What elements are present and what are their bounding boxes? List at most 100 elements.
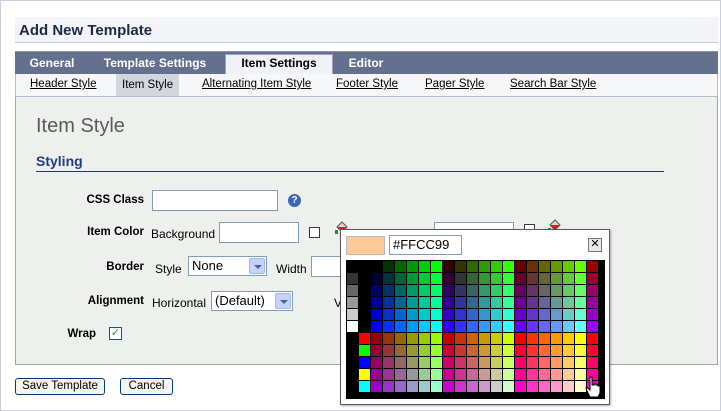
palette-swatch[interactable] xyxy=(443,297,454,308)
palette-swatch[interactable] xyxy=(563,345,574,356)
palette-swatch[interactable] xyxy=(443,321,454,332)
subtab-header-style[interactable]: Header Style xyxy=(30,78,96,90)
palette-swatch[interactable] xyxy=(539,381,550,392)
palette-swatch[interactable] xyxy=(479,369,490,380)
palette-swatch[interactable] xyxy=(467,309,478,320)
palette-swatch[interactable] xyxy=(443,333,454,344)
palette-swatch[interactable] xyxy=(527,369,538,380)
palette-swatch[interactable] xyxy=(347,309,358,320)
palette-swatch[interactable] xyxy=(527,309,538,320)
palette-swatch[interactable] xyxy=(359,345,370,356)
palette-swatch[interactable] xyxy=(587,297,598,308)
palette-swatch[interactable] xyxy=(383,357,394,368)
palette-swatch[interactable] xyxy=(395,273,406,284)
palette-swatch[interactable] xyxy=(455,345,466,356)
palette-swatch[interactable] xyxy=(431,285,442,296)
tab-editor[interactable]: Editor xyxy=(345,55,387,75)
palette-swatch[interactable] xyxy=(467,357,478,368)
palette-swatch[interactable] xyxy=(467,381,478,392)
subtab-item-style[interactable]: Item Style xyxy=(116,74,180,96)
palette-swatch[interactable] xyxy=(371,357,382,368)
subtab-pager-style[interactable]: Pager Style xyxy=(425,78,484,90)
palette-swatch[interactable] xyxy=(587,309,598,320)
palette-swatch[interactable] xyxy=(503,261,514,272)
palette-swatch[interactable] xyxy=(431,273,442,284)
palette-swatch[interactable] xyxy=(455,321,466,332)
palette-swatch[interactable] xyxy=(539,261,550,272)
palette-swatch[interactable] xyxy=(479,381,490,392)
palette-swatch[interactable] xyxy=(419,297,430,308)
palette-swatch[interactable] xyxy=(383,285,394,296)
palette-swatch[interactable] xyxy=(359,333,370,344)
palette-swatch[interactable] xyxy=(563,381,574,392)
palette-swatch[interactable] xyxy=(503,345,514,356)
palette-swatch[interactable] xyxy=(443,357,454,368)
palette-swatch[interactable] xyxy=(515,333,526,344)
palette-swatch[interactable] xyxy=(443,261,454,272)
palette-swatch[interactable] xyxy=(347,369,358,380)
palette-swatch[interactable] xyxy=(587,333,598,344)
palette-swatch[interactable] xyxy=(563,357,574,368)
palette-swatch[interactable] xyxy=(383,321,394,332)
palette-swatch[interactable] xyxy=(359,309,370,320)
palette-swatch[interactable] xyxy=(515,357,526,368)
palette-swatch[interactable] xyxy=(575,273,586,284)
palette-swatch[interactable] xyxy=(383,297,394,308)
palette-swatch[interactable] xyxy=(503,333,514,344)
palette-swatch[interactable] xyxy=(395,321,406,332)
palette-swatch[interactable] xyxy=(455,261,466,272)
palette-swatch[interactable] xyxy=(575,333,586,344)
palette-swatch[interactable] xyxy=(395,357,406,368)
palette-swatch[interactable] xyxy=(407,273,418,284)
palette-swatch[interactable] xyxy=(539,285,550,296)
help-icon[interactable]: ? xyxy=(288,194,301,207)
palette-swatch[interactable] xyxy=(551,285,562,296)
palette-swatch[interactable] xyxy=(491,297,502,308)
palette-swatch[interactable] xyxy=(407,381,418,392)
palette-swatch[interactable] xyxy=(491,261,502,272)
palette-swatch[interactable] xyxy=(419,309,430,320)
palette-swatch[interactable] xyxy=(551,297,562,308)
palette-swatch[interactable] xyxy=(491,381,502,392)
palette-swatch[interactable] xyxy=(467,297,478,308)
palette-swatch[interactable] xyxy=(347,273,358,284)
save-template-button[interactable]: Save Template xyxy=(15,378,105,395)
palette-swatch[interactable] xyxy=(551,261,562,272)
palette-swatch[interactable] xyxy=(515,273,526,284)
palette-swatch[interactable] xyxy=(467,321,478,332)
palette-swatch[interactable] xyxy=(563,321,574,332)
palette-swatch[interactable] xyxy=(587,321,598,332)
palette-swatch[interactable] xyxy=(587,357,598,368)
palette-swatch[interactable] xyxy=(503,273,514,284)
palette-swatch[interactable] xyxy=(419,321,430,332)
palette-swatch[interactable] xyxy=(371,321,382,332)
palette-swatch[interactable] xyxy=(467,369,478,380)
palette-swatch[interactable] xyxy=(491,309,502,320)
palette-swatch[interactable] xyxy=(527,381,538,392)
palette-swatch[interactable] xyxy=(515,297,526,308)
palette-swatch[interactable] xyxy=(455,357,466,368)
wrap-checkbox[interactable]: ✓ xyxy=(109,327,122,340)
palette-swatch[interactable] xyxy=(539,309,550,320)
palette-swatch[interactable] xyxy=(347,261,358,272)
palette-swatch[interactable] xyxy=(467,273,478,284)
background-swatch[interactable] xyxy=(309,227,320,238)
palette-swatch[interactable] xyxy=(587,273,598,284)
palette-swatch[interactable] xyxy=(551,381,562,392)
palette-swatch[interactable] xyxy=(551,357,562,368)
palette-swatch[interactable] xyxy=(395,345,406,356)
palette-swatch[interactable] xyxy=(431,321,442,332)
palette-swatch[interactable] xyxy=(419,333,430,344)
palette-swatch[interactable] xyxy=(419,261,430,272)
palette-swatch[interactable] xyxy=(359,381,370,392)
palette-swatch[interactable] xyxy=(503,381,514,392)
palette-swatch[interactable] xyxy=(539,369,550,380)
palette-swatch[interactable] xyxy=(455,333,466,344)
palette-swatch[interactable] xyxy=(383,333,394,344)
palette-swatch[interactable] xyxy=(551,309,562,320)
palette-swatch[interactable] xyxy=(539,345,550,356)
palette-swatch[interactable] xyxy=(539,321,550,332)
palette-swatch[interactable] xyxy=(419,285,430,296)
palette-swatch[interactable] xyxy=(383,369,394,380)
palette-swatch[interactable] xyxy=(359,321,370,332)
